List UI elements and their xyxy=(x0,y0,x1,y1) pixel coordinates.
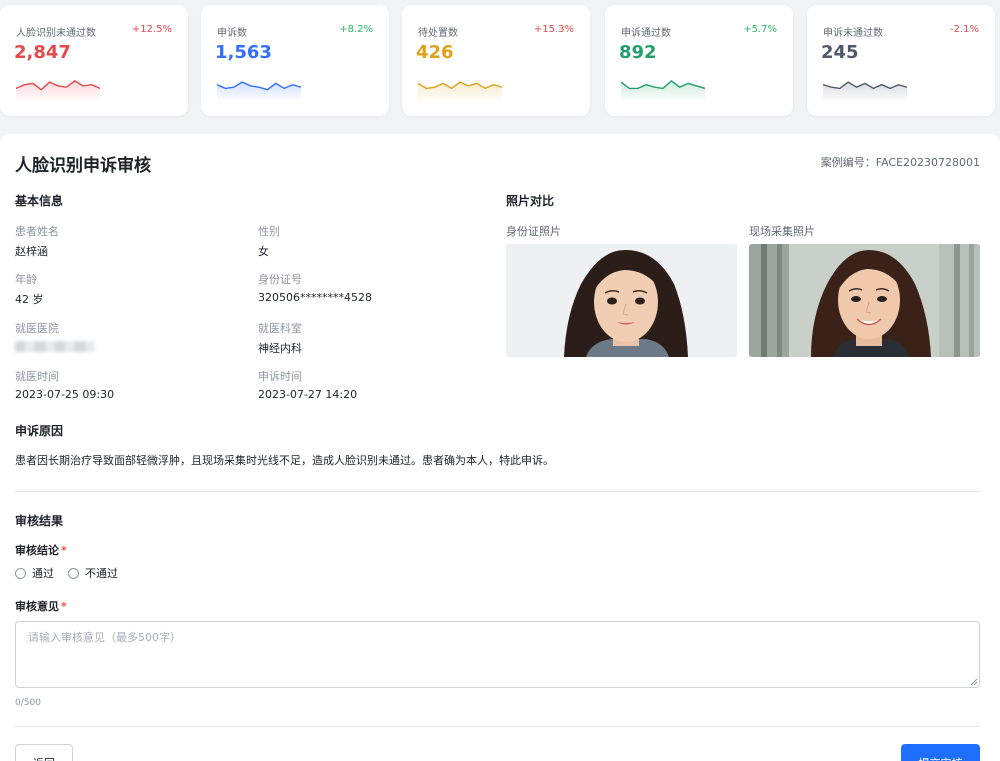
review-panel: 人脸识别申诉审核 案例编号：FACE20230728001 基本信息 患者姓名 … xyxy=(0,134,1000,761)
section-title-review-result: 审核结果 xyxy=(15,514,64,528)
field-value-department: 神经内科 xyxy=(258,342,302,355)
photo-label-live: 现场采集照片 xyxy=(749,225,815,238)
photo-label-id: 身份证照片 xyxy=(506,225,561,238)
radio-option-reject[interactable]: 不通过 xyxy=(68,565,118,581)
section-title-appeal-reason: 申诉原因 xyxy=(15,424,64,438)
stat-card-appeals: 申诉数 +8.2% 1,563 xyxy=(201,5,389,116)
stat-card-appeal-rejected: 申诉未通过数 -2.1% 245 xyxy=(807,5,995,116)
form-label-conclusion-text: 审核结论 xyxy=(15,544,59,557)
field-label-age: 年龄 xyxy=(15,273,37,286)
field-value-age: 42 岁 xyxy=(15,293,44,306)
sparkline-chart xyxy=(418,81,502,102)
stat-card-appeal-passed: 申诉通过数 +5.7% 892 xyxy=(605,5,793,116)
field-label-appeal-time: 申诉时间 xyxy=(258,370,302,383)
section-title-basic-info: 基本信息 xyxy=(15,194,64,208)
stat-change: +12.5% xyxy=(131,24,172,35)
sparkline-chart xyxy=(16,80,100,102)
field-label-id-number: 身份证号 xyxy=(258,273,302,286)
radio-label-reject: 不通过 xyxy=(85,567,118,580)
field-label-gender: 性别 xyxy=(258,225,280,238)
field-value-appeal-time: 2023-07-27 14:20 xyxy=(258,388,358,401)
field-value-id-number: 320506********4528 xyxy=(258,291,372,304)
stat-change: +15.3% xyxy=(533,24,574,35)
stat-value: 245 xyxy=(821,42,859,63)
sparkline-area xyxy=(823,82,907,102)
stat-change: +5.7% xyxy=(743,24,777,35)
stat-label: 待处置数 xyxy=(418,28,458,39)
form-label-opinion-text: 审核意见 xyxy=(15,600,59,613)
sparkline-area xyxy=(217,82,301,102)
section-divider xyxy=(15,491,980,492)
live-capture-photo[interactable] xyxy=(749,244,980,357)
sparkline-area xyxy=(418,82,502,102)
field-value-visit-time: 2023-07-25 09:30 xyxy=(15,388,115,401)
radio-circle-icon[interactable] xyxy=(15,567,26,579)
form-label-conclusion: 审核结论 * xyxy=(15,542,67,558)
stat-label: 申诉数 xyxy=(217,28,247,39)
required-mark: * xyxy=(61,544,67,557)
stat-value: 892 xyxy=(619,42,657,63)
field-label-department: 就医科室 xyxy=(258,322,302,335)
stat-card-pending: 待处置数 +15.3% 426 xyxy=(402,5,590,116)
face-portrait-image xyxy=(749,244,980,357)
stat-label: 人脸识别未通过数 xyxy=(16,28,96,39)
field-label-name: 患者姓名 xyxy=(15,225,59,238)
stat-value: 2,847 xyxy=(14,42,71,63)
field-label-hospital: 就医医院 xyxy=(15,322,59,335)
form-label-opinion: 审核意见 * xyxy=(15,598,67,614)
back-button[interactable]: 返回 xyxy=(15,744,73,761)
field-value-hospital-redacted xyxy=(15,341,95,352)
sparkline-chart xyxy=(823,81,907,102)
char-counter: 0/500 xyxy=(15,698,41,708)
stat-change: +8.2% xyxy=(339,24,373,35)
radio-circle-icon[interactable] xyxy=(68,567,79,579)
page-title: 人脸识别申诉审核 xyxy=(15,156,151,176)
face-portrait-image xyxy=(506,244,737,357)
section-title-photo-compare: 照片对比 xyxy=(506,194,555,208)
resize-grip-icon[interactable] xyxy=(968,676,978,686)
stat-value: 426 xyxy=(416,42,454,63)
stats-row: 人脸识别未通过数 +12.5% 2,847 申诉数 +8.2% 1,563 待处… xyxy=(0,5,1000,116)
conclusion-radio-group: 通过 不通过 xyxy=(15,565,132,581)
required-mark: * xyxy=(61,600,67,613)
field-value-gender: 女 xyxy=(258,245,269,258)
radio-option-pass[interactable]: 通过 xyxy=(15,565,54,581)
review-opinion-input[interactable] xyxy=(15,621,980,688)
stat-change: -2.1% xyxy=(949,24,979,35)
footer-divider xyxy=(15,726,980,727)
id-card-photo[interactable] xyxy=(506,244,737,357)
submit-review-button[interactable]: 提交审核 xyxy=(901,744,980,761)
case-number: 案例编号：FACE20230728001 xyxy=(820,156,980,169)
stat-card-face-failed: 人脸识别未通过数 +12.5% 2,847 xyxy=(0,5,188,116)
field-value-name: 赵梓涵 xyxy=(15,245,48,258)
sparkline-chart xyxy=(217,81,301,102)
field-label-visit-time: 就医时间 xyxy=(15,370,59,383)
stat-value: 1,563 xyxy=(215,42,272,63)
appeal-reason-text: 患者因长期治疗导致面部轻微浮肿，且现场采集时光线不足，造成人脸识别未通过。患者确… xyxy=(15,454,554,467)
stat-label: 申诉通过数 xyxy=(621,28,671,39)
radio-label-pass: 通过 xyxy=(32,567,54,580)
sparkline-chart xyxy=(621,79,705,102)
stat-label: 申诉未通过数 xyxy=(823,28,883,39)
